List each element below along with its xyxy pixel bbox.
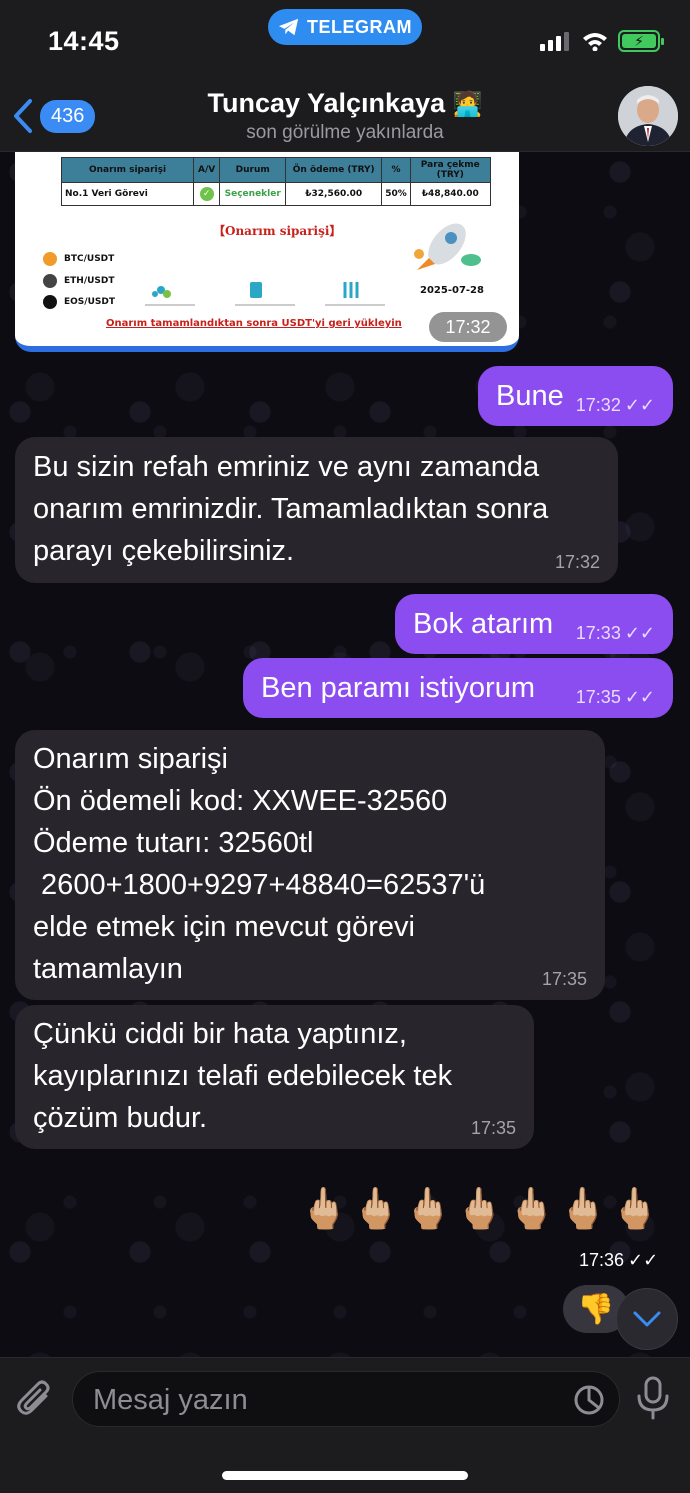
message-line: Ön ödemeli kod: XXWEE-32560 [33,785,448,817]
telegram-icon [278,18,299,36]
sticker-icon [574,1385,604,1415]
message-input[interactable]: Mesaj yazın [72,1371,620,1427]
message-line: tamamlayın [33,953,183,985]
message-line: çözüm budur. [33,1102,208,1134]
double-check-icon: ✓✓ [624,395,655,415]
table-cell: Seçenekler [219,182,287,206]
table-cell: 50% [381,182,411,206]
double-check-icon: ✓✓ [624,687,655,707]
message-meta: 17:32 [555,553,600,571]
message-bubble-incoming[interactable]: Bu sizin refah emriniz ve aynı zamanda o… [15,437,618,583]
message-meta: 17:32 ✓✓ [576,396,655,414]
sticker-button[interactable] [573,1384,605,1421]
table-cell: ✓ [192,182,221,206]
table-cell: ₺32,560.00 [285,182,383,206]
message-time: 17:35 [470,1118,516,1138]
table-header: Ön ödeme (TRY) [285,157,383,183]
table-header: Para çekme (TRY) [409,157,491,183]
coin-label: EOS/USDT [64,297,115,307]
message-text: Bune [496,380,564,412]
message-line: Ödeme tutarı: 32560tl [33,827,314,859]
chat-title[interactable]: Tuncay Yalçınkaya 🧑‍💻 [0,88,690,119]
home-indicator [222,1471,468,1480]
double-check-icon: ✓✓ [624,623,655,643]
coin-label: BTC/USDT [64,254,115,264]
double-check-icon: ✓✓ [628,1250,659,1270]
emoji-text: 🖕🏼🖕🏼🖕🏼🖕🏼🖕🏼🖕🏼🖕🏼 [299,1187,662,1231]
table-header: Durum [219,157,287,183]
last-seen-status: son görülme yakınlarda [246,122,444,143]
coin-label: ETH/USDT [64,276,115,286]
message-line: Çünkü ciddi bir hata yaptınız, [33,1018,407,1050]
message-bubble-outgoing[interactable]: Bune 17:32 ✓✓ [478,366,673,426]
table-row: No.1 Veri Görevi ✓ Seçenekler ₺32,560.00… [61,182,491,206]
message-time: 17:36 [579,1250,625,1270]
message-line: Onarım siparişi [33,743,228,775]
message-line: kayıplarınızı telafi edebilecek tek [33,1060,453,1092]
voice-message-button[interactable] [636,1376,670,1425]
status-bar: 14:45 TELEGRAM ⚡ [0,0,690,80]
emoji-message[interactable]: 🖕🏼🖕🏼🖕🏼🖕🏼🖕🏼🖕🏼🖕🏼 [299,1185,662,1232]
contact-emoji-status: 🧑‍💻 [452,91,483,118]
telegram-pill-label: TELEGRAM [307,16,412,37]
message-line: 2600+1800+9297+48840=62537'ü [33,869,486,901]
message-bubble-outgoing[interactable]: Ben paramı istiyorum 17:35 ✓✓ [243,658,673,718]
table-header: Onarım siparişi [61,157,194,183]
btc-icon [43,252,57,266]
message-meta: 17:33 ✓✓ [576,624,655,642]
message-meta: 17:35 [471,1119,516,1137]
message-composer: Mesaj yazın [0,1357,690,1493]
battery-charging-icon: ⚡ [618,30,664,52]
image-footer: Onarım tamamlandıktan sonra USDT'yi geri… [106,318,402,329]
check-icon: ✓ [199,187,214,201]
image-timestamp: 17:32 [429,312,507,342]
eos-icon [43,295,57,309]
feature-icons [145,282,385,306]
table-header: A/V [192,157,221,183]
image-heading: 【Onarım siparişi】 [213,224,342,238]
message-line: elde etmek için mevcut görevi [33,911,415,943]
message-time: 17:33 [575,623,621,643]
signal-icon [540,32,569,51]
chat-header: 436 Tuncay Yalçınkaya 🧑‍💻 son görülme ya… [0,80,690,152]
microphone-icon [637,1376,669,1420]
avatar[interactable] [618,86,678,146]
telegram-pill[interactable]: TELEGRAM [268,9,422,45]
coin-row: ETH/USDT [43,274,115,288]
message-input-placeholder: Mesaj yazın [93,1384,248,1416]
chevron-down-icon [633,1311,661,1327]
message-bubble-incoming[interactable]: Onarım siparişi Ön ödemeli kod: XXWEE-32… [15,730,605,1000]
coin-row: EOS/USDT [43,295,115,309]
image-message[interactable]: Onarım siparişi A/V Durum Ön ödeme (TRY)… [15,152,519,352]
message-meta: 17:35 ✓✓ [576,688,655,706]
thumbs-down-icon: 👎 [577,1292,615,1326]
message-bubble-outgoing[interactable]: Bok atarım 17:33 ✓✓ [395,594,673,654]
paperclip-icon [17,1380,50,1415]
contact-name: Tuncay Yalçınkaya [207,88,446,118]
status-time: 14:45 [48,26,120,56]
message-meta: 17:35 [542,970,587,988]
rocket-icon [414,223,481,270]
message-text: Ben paramı istiyorum [261,672,535,704]
order-date: 2025-07-28 [420,285,484,296]
message-bubble-incoming[interactable]: Çünkü ciddi bir hata yaptınız, kayıpları… [15,1005,534,1149]
status-icons: ⚡ [540,30,664,52]
message-text: Bu sizin refah emriniz ve aynı zamanda o… [33,451,549,567]
message-time: 17:32 [575,395,621,415]
message-time: 17:32 [554,552,600,572]
order-table: Onarım siparişi A/V Durum Ön ödeme (TRY)… [61,157,491,206]
scroll-to-bottom-button[interactable] [616,1288,678,1350]
wifi-icon [583,33,607,51]
table-cell: ₺48,840.00 [409,182,491,206]
message-time: 17:35 [541,969,587,989]
eth-icon [43,274,57,288]
emoji-message-meta: 17:36 ✓✓ [579,1250,658,1271]
table-cell: No.1 Veri Görevi [61,182,194,206]
message-text: Bok atarım [413,608,554,640]
attach-button[interactable] [16,1378,54,1425]
message-time: 17:35 [575,687,621,707]
coin-row: BTC/USDT [43,252,114,266]
table-header: % [381,157,411,183]
